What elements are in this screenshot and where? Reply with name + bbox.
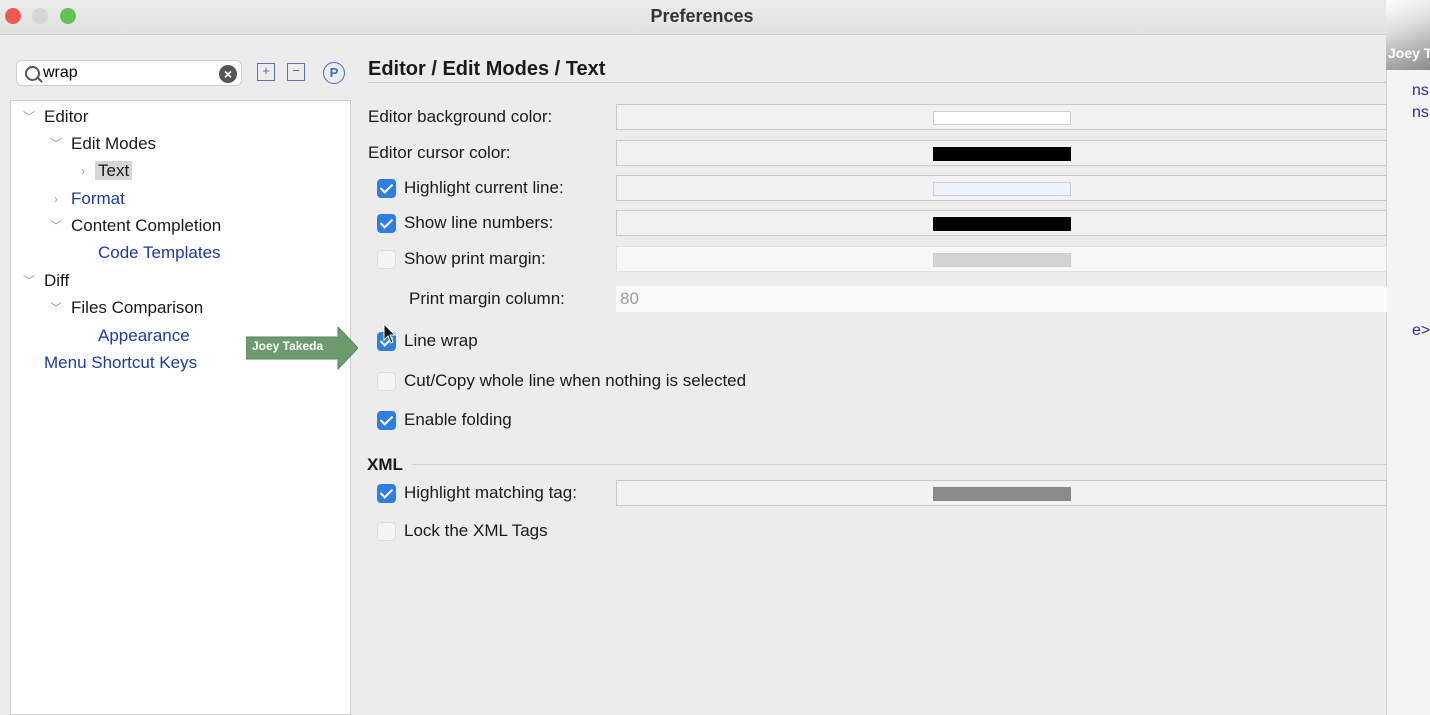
chevron-down-icon[interactable]: ﹀	[49, 297, 63, 319]
chevron-down-icon[interactable]: ﹀	[22, 270, 36, 292]
color-swatch	[933, 487, 1071, 501]
color-swatch	[933, 147, 1071, 161]
tree-item-appearance[interactable]: Appearance	[98, 325, 190, 347]
chevron-down-icon[interactable]: ﹀	[22, 106, 36, 128]
tree-item-format[interactable]: › Format	[54, 188, 125, 210]
print-margin-color-picker[interactable]	[616, 246, 1387, 272]
print-margin-column-field[interactable]: 80	[616, 286, 1387, 312]
print-margin-checkbox[interactable]	[377, 250, 396, 269]
cursor-color-picker[interactable]	[616, 140, 1387, 166]
search-field[interactable]: ×	[16, 60, 242, 86]
tree-item-editor[interactable]: ﹀ Editor	[23, 106, 88, 128]
cut-copy-label: Cut/Copy whole line when nothing is sele…	[404, 371, 747, 390]
tree-item-files-comparison[interactable]: ﹀ Files Comparison	[50, 297, 203, 319]
webcam-name-label: Joey T	[1388, 45, 1430, 61]
highlight-line-label: Highlight current line:	[404, 178, 564, 197]
background-text: ns	[1412, 82, 1429, 99]
xml-divider	[412, 464, 1386, 465]
highlight-tag-color-picker[interactable]	[616, 480, 1387, 506]
highlight-tag-label: Highlight matching tag:	[404, 483, 577, 502]
xml-section-heading: XML	[367, 455, 403, 474]
color-swatch	[933, 111, 1071, 125]
print-margin-column-label: Print margin column:	[409, 289, 565, 308]
cut-copy-checkbox[interactable]	[377, 372, 396, 391]
chevron-right-icon[interactable]: ›	[49, 188, 63, 210]
project-preferences-icon[interactable]: P	[323, 62, 345, 84]
tree-item-edit-modes[interactable]: ﹀ Edit Modes	[50, 133, 156, 155]
expand-all-icon[interactable]: +	[257, 63, 275, 81]
clear-icon[interactable]: ×	[219, 65, 237, 83]
highlight-line-checkbox[interactable]	[377, 179, 396, 198]
tree-item-menu-shortcut-keys[interactable]: Menu Shortcut Keys	[44, 352, 197, 374]
tree-item-text[interactable]: › Text	[81, 160, 133, 182]
tree-item-content-completion[interactable]: ﹀ Content Completion	[50, 215, 221, 237]
background-text: ns	[1412, 104, 1429, 121]
mouse-cursor-icon	[383, 323, 397, 344]
lock-xml-tags-label: Lock the XML Tags	[404, 521, 548, 540]
bg-color-label: Editor background color:	[368, 107, 553, 126]
line-numbers-label: Show line numbers:	[404, 213, 554, 232]
search-icon	[25, 66, 40, 81]
search-input[interactable]	[43, 63, 223, 83]
line-numbers-checkbox[interactable]	[377, 214, 396, 233]
collapse-all-icon[interactable]: −	[287, 63, 305, 81]
color-swatch	[933, 182, 1071, 196]
background-text: e>	[1412, 322, 1430, 339]
color-swatch	[933, 217, 1071, 231]
title-bar: Preferences	[0, 0, 1430, 35]
print-margin-label: Show print margin:	[404, 249, 546, 268]
lock-xml-tags-checkbox[interactable]	[377, 522, 396, 541]
enable-folding-label: Enable folding	[404, 410, 512, 429]
heading-divider	[368, 82, 1386, 83]
line-wrap-label: Line wrap	[404, 331, 478, 350]
window-title: Preferences	[650, 6, 754, 26]
cursor-color-label: Editor cursor color:	[368, 143, 511, 162]
annotation-label: Joey Takeda	[252, 339, 324, 353]
color-swatch	[933, 253, 1071, 267]
chevron-right-icon[interactable]: ›	[76, 160, 90, 182]
highlight-line-color-picker[interactable]	[616, 175, 1387, 201]
chevron-down-icon[interactable]: ﹀	[49, 133, 63, 155]
chevron-down-icon[interactable]: ﹀	[49, 215, 63, 237]
preferences-tree: ﹀ Editor ﹀ Edit Modes › Text › Format ﹀ …	[10, 100, 351, 715]
tree-item-code-templates[interactable]: Code Templates	[98, 242, 221, 264]
enable-folding-checkbox[interactable]	[377, 411, 396, 430]
highlight-tag-checkbox[interactable]	[377, 484, 396, 503]
page-breadcrumb: Editor / Edit Modes / Text	[368, 58, 606, 80]
bg-color-picker[interactable]	[616, 104, 1387, 130]
tree-item-diff[interactable]: ﹀ Diff	[23, 270, 69, 292]
line-numbers-color-picker[interactable]	[616, 210, 1387, 236]
